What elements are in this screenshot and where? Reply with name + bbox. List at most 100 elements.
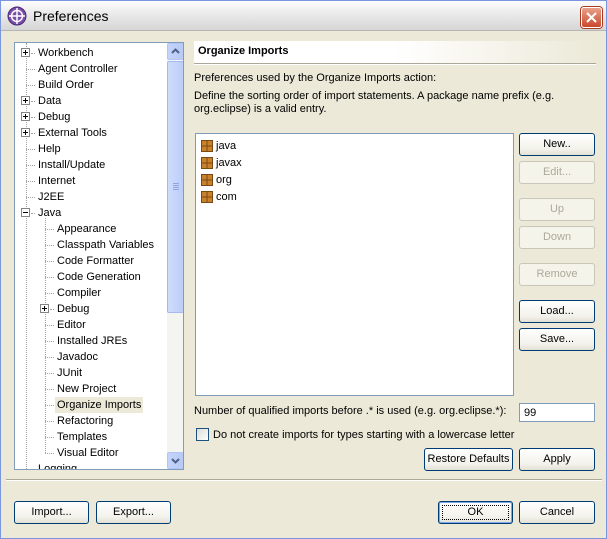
tree-item-label: Organize Imports: [55, 397, 144, 413]
panel-header: Organize Imports: [194, 41, 596, 63]
lowercase-types-label[interactable]: Do not create imports for types starting…: [213, 429, 514, 441]
tree-item-label: Javadoc: [57, 351, 98, 363]
tree-item-label: New Project: [57, 383, 117, 395]
tree-item-label: Agent Controller: [38, 63, 118, 75]
tree-item[interactable]: Refactoring: [15, 413, 167, 429]
tree-item[interactable]: Compiler: [15, 285, 167, 301]
tree-item-label: Debug: [38, 111, 71, 123]
tree-item-label: J2EE: [38, 191, 65, 203]
new-button[interactable]: New..: [519, 133, 595, 156]
tree-item-label: Code Generation: [57, 271, 141, 283]
tree-item[interactable]: Installed JREs: [15, 333, 167, 349]
tree-item[interactable]: J2EE: [15, 189, 167, 205]
tree-item-label: Code Formatter: [57, 255, 135, 267]
app-icon: [7, 6, 27, 26]
tree-item-label: Refactoring: [57, 415, 114, 427]
collapse-icon[interactable]: [21, 208, 30, 217]
tree-item[interactable]: Appearance: [15, 221, 167, 237]
tree-item-label: Classpath Variables: [57, 239, 155, 251]
lowercase-types-checkbox[interactable]: [196, 428, 209, 441]
scroll-thumb[interactable]: [167, 61, 183, 313]
tree-item[interactable]: Code Generation: [15, 269, 167, 285]
package-icon: [201, 140, 213, 152]
tree-item-label: Compiler: [57, 287, 102, 299]
tree-item[interactable]: Help: [15, 141, 167, 157]
tree-item[interactable]: Classpath Variables: [15, 237, 167, 253]
package-name: java: [216, 140, 237, 152]
tree-item[interactable]: Java: [15, 205, 167, 221]
tree-item[interactable]: Templates: [15, 429, 167, 445]
tree-item[interactable]: Debug: [15, 301, 167, 317]
expand-icon[interactable]: [21, 96, 30, 105]
tree-item-label: Data: [38, 95, 62, 107]
restore-defaults-button[interactable]: Restore Defaults: [424, 448, 513, 471]
tree-item[interactable]: JUnit: [15, 365, 167, 381]
up-button[interactable]: Up: [519, 198, 595, 221]
expand-icon[interactable]: [21, 48, 30, 57]
tree-item[interactable]: Javadoc: [15, 349, 167, 365]
description-line-1: Preferences used by the Organize Imports…: [194, 72, 437, 84]
scroll-down-button[interactable]: [167, 452, 183, 469]
edit-button[interactable]: Edit...: [519, 161, 595, 184]
footer-divider: [6, 479, 602, 481]
package-icon: [201, 174, 213, 186]
tree-item[interactable]: Agent Controller: [15, 61, 167, 77]
description-line-2: Define the sorting order of import state…: [194, 90, 555, 102]
header-divider: [194, 63, 596, 65]
scroll-up-button[interactable]: [167, 43, 183, 60]
tree-item-label: Editor: [57, 319, 86, 331]
tree-item-label: Templates: [57, 431, 108, 443]
tree-item-label: Internet: [38, 175, 76, 187]
save-button[interactable]: Save...: [519, 328, 595, 351]
import-order-list[interactable]: java javax org com: [195, 133, 514, 396]
tree-item[interactable]: Organize Imports: [15, 397, 167, 413]
package-name: org: [216, 174, 232, 186]
close-button[interactable]: [581, 7, 602, 28]
tree-item[interactable]: Editor: [15, 317, 167, 333]
package-icon: [201, 157, 213, 169]
tree-items: Workbench Agent Controller Build Order Data…: [15, 43, 167, 469]
tree-item-label: Build Order: [38, 79, 94, 91]
import-button[interactable]: Import...: [14, 501, 89, 524]
export-button[interactable]: Export...: [96, 501, 171, 524]
remove-button[interactable]: Remove: [519, 263, 595, 286]
ok-button[interactable]: OK: [438, 501, 513, 524]
tree-item[interactable]: New Project: [15, 381, 167, 397]
expand-icon[interactable]: [21, 112, 30, 121]
page-title: Organize Imports: [198, 45, 289, 57]
title-bar[interactable]: Preferences: [1, 1, 606, 31]
package-name: com: [216, 191, 237, 203]
qualified-imports-input[interactable]: [519, 403, 595, 422]
tree-item[interactable]: Workbench: [15, 45, 167, 61]
tree-item-label: JUnit: [57, 367, 83, 379]
window-title: Preferences: [33, 8, 109, 24]
qualified-imports-label: Number of qualified imports before .* is…: [194, 405, 507, 417]
apply-button[interactable]: Apply: [519, 448, 595, 471]
tree-item-label: Java: [38, 207, 62, 219]
chevron-up-icon: [171, 48, 180, 54]
tree-item-label: Workbench: [38, 47, 94, 59]
tree-item-label: Logging: [38, 463, 78, 469]
tree-item[interactable]: Build Order: [15, 77, 167, 93]
tree-item[interactable]: External Tools: [15, 125, 167, 141]
expand-icon[interactable]: [40, 304, 49, 313]
tree-item[interactable]: Visual Editor: [15, 445, 167, 461]
tree-item-label: Visual Editor: [57, 447, 119, 459]
tree-item-label: Debug: [57, 303, 90, 315]
tree-item-label: External Tools: [38, 127, 107, 139]
load-button[interactable]: Load...: [519, 300, 595, 323]
tree-item[interactable]: Install/Update: [15, 157, 167, 173]
tree-item[interactable]: Internet: [15, 173, 167, 189]
tree-item[interactable]: Logging: [15, 461, 167, 469]
expand-icon[interactable]: [21, 128, 30, 137]
package-icon: [201, 191, 213, 203]
preferences-tree[interactable]: Workbench Agent Controller Build Order Data…: [14, 42, 184, 470]
tree-item[interactable]: Data: [15, 93, 167, 109]
tree-scrollbar[interactable]: [167, 43, 183, 469]
cancel-button[interactable]: Cancel: [519, 501, 595, 524]
chevron-down-icon: [171, 458, 180, 464]
tree-item[interactable]: Code Formatter: [15, 253, 167, 269]
down-button[interactable]: Down: [519, 226, 595, 249]
tree-item-label: Appearance: [57, 223, 117, 235]
tree-item[interactable]: Debug: [15, 109, 167, 125]
